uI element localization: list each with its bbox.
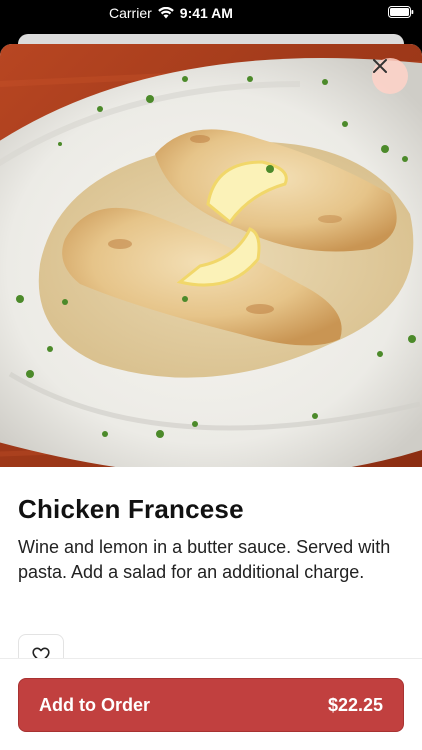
add-to-order-button[interactable]: Add to Order $22.25 [18, 678, 404, 732]
item-title: Chicken Francese [18, 494, 244, 524]
wifi-icon [157, 7, 174, 19]
item-description: Wine and lemon in a butter sauce. Served… [18, 537, 391, 582]
dish-photo [0, 44, 422, 467]
item-detail-sheet: Chicken Francese Wine and lemon in a but… [0, 44, 422, 750]
status-bar-left: Carrier 9:41 AM [109, 4, 233, 22]
carrier-label: Carrier [109, 5, 152, 21]
bottom-bar: Add to Order $22.25 [0, 658, 422, 750]
status-bar: Carrier 9:41 AM [0, 0, 422, 26]
add-to-order-label: Add to Order [39, 694, 150, 715]
status-time: 9:41 AM [179, 5, 233, 21]
close-button[interactable] [372, 58, 408, 94]
item-price: $22.25 [327, 694, 383, 715]
battery-icon [388, 5, 414, 18]
